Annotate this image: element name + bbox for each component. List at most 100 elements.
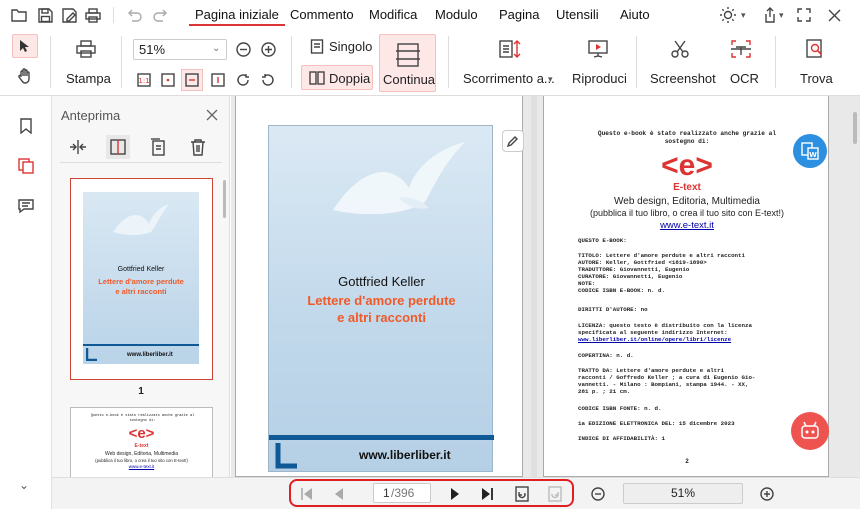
go-forward-view-icon[interactable] xyxy=(546,485,564,503)
status-zoom-out-icon[interactable] xyxy=(590,486,606,502)
select-tool-button[interactable] xyxy=(12,34,38,58)
cover-title-line1: Lettere d'amore perdute xyxy=(307,293,456,308)
print-icon[interactable] xyxy=(84,6,102,24)
tab-comment[interactable]: Commento xyxy=(290,4,354,26)
thumbnail-page-2[interactable]: Questo e-book è stato realizzato anche g… xyxy=(70,407,213,477)
collapse-rail-icon[interactable]: ⌄ xyxy=(19,478,29,492)
cover-title-line2: e altri racconti xyxy=(337,310,426,325)
ocr-button[interactable]: OCR xyxy=(730,71,759,86)
single-page-button[interactable]: Singolo xyxy=(329,39,372,54)
thumb-insert-icon[interactable] xyxy=(147,136,169,158)
meta-isbn: CODICE ISBN E-BOOK: n. d. xyxy=(578,287,665,294)
previous-page-icon[interactable] xyxy=(331,486,347,502)
rotate-right-icon[interactable] xyxy=(233,70,253,90)
cover-image: Gottfried Keller Lettere d'amore perdute… xyxy=(268,125,494,472)
scissors-icon[interactable] xyxy=(668,38,692,60)
thumb-fit-icon[interactable] xyxy=(67,136,89,158)
ai-assistant-icon[interactable] xyxy=(791,412,829,450)
zoom-out-icon[interactable] xyxy=(235,41,251,57)
hand-tool-button[interactable] xyxy=(12,64,38,88)
find-icon[interactable] xyxy=(803,38,827,60)
tab-page[interactable]: Pagina xyxy=(499,4,539,26)
status-zoom-in-icon[interactable] xyxy=(759,486,775,502)
zoom-in-icon[interactable] xyxy=(260,41,276,57)
scroll-mode-icon[interactable] xyxy=(497,38,523,60)
actual-size-icon[interactable]: 1:1 xyxy=(134,70,154,90)
tab-tools[interactable]: Utensili xyxy=(556,4,599,26)
bookmark-icon[interactable] xyxy=(16,116,36,136)
scroll-mode-button[interactable]: Scorrimento a... xyxy=(463,71,555,86)
ribbon-separator xyxy=(775,36,776,88)
tab-help[interactable]: Aiuto xyxy=(620,4,650,26)
comments-icon[interactable] xyxy=(16,196,36,216)
thumbnail-page-1[interactable]: Gottfried Keller Lettere d'amore perdute… xyxy=(70,178,213,380)
source-4: 281 p. ; 21 cm. xyxy=(578,388,631,395)
thumbnail2-link: www.e-text.it xyxy=(128,464,155,469)
page2-intro-1: Questo e-book è stato realizzato anche g… xyxy=(597,130,777,137)
brightness-icon[interactable] xyxy=(718,5,738,25)
seagull-icon xyxy=(333,142,465,215)
thumbnail2-tagline-2: (pubblica il tuo libro, o crea il tuo si… xyxy=(95,458,188,463)
ebook-heading: QUESTO E-BOOK: xyxy=(578,237,627,244)
screenshot-button[interactable]: Screenshot xyxy=(650,71,716,86)
page2-tagline-2: (pubblica il tuo libro, o crea il tuo si… xyxy=(589,208,785,218)
thumb-split-icon[interactable] xyxy=(106,135,130,159)
scroll-dropdown-icon[interactable]: ▾ xyxy=(548,74,553,85)
open-folder-icon[interactable] xyxy=(10,6,28,24)
svg-text:W: W xyxy=(809,151,817,159)
go-back-view-icon[interactable] xyxy=(513,485,531,503)
ribbon-toolbar: Stampa 51% ⌄ 1:1 Singolo Doppia Continua xyxy=(0,30,860,96)
thumbnail2-logo-sub: E-text xyxy=(134,443,149,449)
page-number-input[interactable]: 1 /396 xyxy=(373,483,431,503)
page-navigation-group: 1 /396 xyxy=(289,479,574,507)
thumb-delete-icon[interactable] xyxy=(187,136,209,158)
tab-home[interactable]: Pagina iniziale xyxy=(189,4,285,26)
find-button[interactable]: Trova xyxy=(800,71,833,86)
rotate-left-icon[interactable] xyxy=(258,70,278,90)
undo-icon[interactable] xyxy=(125,6,143,24)
brightness-dropdown-icon[interactable]: ▾ xyxy=(741,10,746,21)
play-button[interactable]: Riproduci xyxy=(572,71,627,86)
fullscreen-icon[interactable] xyxy=(794,5,814,25)
document-page-2[interactable]: Questo e-book è stato realizzato anche g… xyxy=(543,96,829,477)
edit-pencil-icon[interactable] xyxy=(502,130,524,152)
menu-separator xyxy=(113,7,114,23)
source-3: vannetti. - Milano : Bompiani, stampa 19… xyxy=(578,381,749,388)
single-page-icon[interactable] xyxy=(309,38,325,54)
close-icon[interactable] xyxy=(824,5,844,25)
thumbnail-site: www.liberliber.it xyxy=(127,352,173,358)
fit-width-icon[interactable] xyxy=(181,69,203,91)
convert-to-word-icon[interactable]: W xyxy=(793,134,827,168)
last-page-icon[interactable] xyxy=(479,486,495,502)
ribbon-separator xyxy=(448,36,449,88)
panel-scrollbar[interactable] xyxy=(223,180,226,218)
fit-page-icon[interactable] xyxy=(158,70,178,90)
edition: 1a EDIZIONE ELETTRONICA DEL: 15 dicembre… xyxy=(578,420,735,427)
double-page-button[interactable]: Doppia xyxy=(301,65,373,90)
print-button-icon[interactable] xyxy=(74,38,98,60)
save-as-icon[interactable] xyxy=(60,6,78,24)
play-icon[interactable] xyxy=(586,38,610,60)
next-page-icon[interactable] xyxy=(447,486,463,502)
share-icon[interactable] xyxy=(760,5,780,25)
first-page-icon[interactable] xyxy=(299,486,315,502)
panel-close-icon[interactable] xyxy=(204,107,220,123)
thumbnail2-tagline-1: Web design, Editoria, Multimedia xyxy=(105,451,178,457)
save-icon[interactable] xyxy=(36,6,54,24)
license-1: LICENZA: questo testo è distribuito con … xyxy=(578,322,752,329)
ocr-icon[interactable] xyxy=(729,38,753,60)
license-link[interactable]: www.liberliber.it/online/opere/libri/lic… xyxy=(578,336,731,343)
tab-edit[interactable]: Modifica xyxy=(369,4,417,26)
page2-tagline-link[interactable]: www.e-text.it xyxy=(544,220,828,231)
redo-icon[interactable] xyxy=(152,6,170,24)
document-scrollbar[interactable] xyxy=(853,112,857,144)
share-dropdown-icon[interactable]: ▾ xyxy=(779,10,784,21)
document-page-1[interactable]: Gottfried Keller Lettere d'amore perdute… xyxy=(235,96,524,477)
continuous-button[interactable]: Continua xyxy=(379,34,436,92)
thumbnails-icon[interactable] xyxy=(16,156,36,176)
status-zoom-value[interactable]: 51% xyxy=(623,483,743,504)
zoom-select[interactable]: 51% ⌄ xyxy=(133,39,227,60)
fit-visible-icon[interactable] xyxy=(208,70,228,90)
tab-form[interactable]: Modulo xyxy=(435,4,478,26)
print-button[interactable]: Stampa xyxy=(66,71,111,86)
